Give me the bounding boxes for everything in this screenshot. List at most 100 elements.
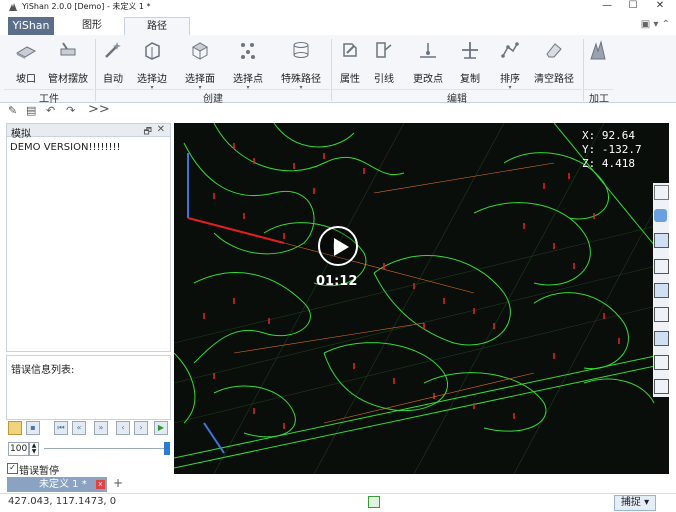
open-folder-icon[interactable] xyxy=(8,421,22,435)
simulation-panel-header: 模拟 🗗 ✕ xyxy=(6,123,171,140)
play-triangle-icon xyxy=(334,238,349,256)
bevel-button[interactable]: 坡口 xyxy=(8,39,44,89)
properties-icon xyxy=(343,43,357,57)
view-left-icon[interactable] xyxy=(654,307,669,322)
lead-line-icon xyxy=(376,42,392,58)
step-backward-icon[interactable]: ‹ xyxy=(116,421,130,435)
auto-button[interactable]: 自动 xyxy=(98,39,128,89)
view-back-icon[interactable] xyxy=(654,331,669,346)
view-front-icon[interactable] xyxy=(654,259,669,274)
select-face-button[interactable]: 选择面 ▾ xyxy=(180,39,220,91)
simulation-output: DEMO VERSION!!!!!!!! xyxy=(6,137,171,352)
coord-z: Z: 4.418 xyxy=(582,157,635,170)
group-label-create: 创建 xyxy=(96,89,330,105)
group-label-process: 加工 xyxy=(584,89,614,105)
magic-wand-icon xyxy=(105,42,121,58)
error-list: 错误信息列表: xyxy=(6,355,171,420)
quick-toolbar: ✎ ▤ ↶ ↷ >> xyxy=(0,102,676,121)
ribbon-panel: 坡口 管材摆放 工件 自动 选择边 ▾ 选择面 ▾ 选择点 ▾ 特殊路径 ▾ 创… xyxy=(0,35,676,105)
close-button[interactable]: ✕ xyxy=(649,0,671,14)
error-list-label: 错误信息列表: xyxy=(11,365,75,376)
view-fit-icon[interactable] xyxy=(654,185,669,200)
checkbox-check-icon[interactable]: ✓ xyxy=(7,463,18,474)
snap-dropdown[interactable]: 捕捉 ▾ xyxy=(614,495,656,511)
maximize-button[interactable]: ☐ xyxy=(622,0,644,14)
lead-line-button[interactable]: 引线 xyxy=(370,39,398,89)
group-label-work: 工件 xyxy=(4,89,94,105)
cursor-coordinates: X: 92.64 Y: -132.7 Z: 4.418 xyxy=(582,129,642,171)
video-play-button[interactable] xyxy=(318,226,358,266)
view-bottom-icon[interactable] xyxy=(654,355,669,370)
save-icon[interactable]: ▪ xyxy=(26,421,40,435)
close-panel-icon[interactable]: ✕ xyxy=(157,124,165,135)
speed-input[interactable]: 100 xyxy=(8,442,29,456)
window-title: YiShan 2.0.0 [Demo] - 未定义 1 * xyxy=(22,2,151,11)
sort-button[interactable]: 排序 ▾ xyxy=(492,39,528,91)
add-tab-button[interactable]: + xyxy=(113,476,123,490)
speed-slider-thumb[interactable] xyxy=(164,442,170,455)
speed-slider[interactable] xyxy=(44,448,166,449)
process-button[interactable] xyxy=(586,39,610,89)
select-face-icon xyxy=(191,42,209,60)
play-icon[interactable]: ▶ xyxy=(154,421,168,435)
document-tab-label: 未定义 1 * xyxy=(39,479,87,490)
eraser-icon xyxy=(546,43,562,58)
select-point-button[interactable]: 选择点 ▾ xyxy=(228,39,268,91)
select-edge-button[interactable]: 选择边 ▾ xyxy=(132,39,172,91)
special-path-icon xyxy=(293,42,309,58)
view-pan-icon[interactable] xyxy=(654,209,667,222)
select-edge-icon xyxy=(145,42,160,60)
coord-y: Y: -132.7 xyxy=(582,143,642,156)
group-label-edit: 编辑 xyxy=(332,89,582,105)
document-tabs: 未定义 1 * x + xyxy=(6,476,171,493)
status-indicator-icon xyxy=(368,496,380,508)
status-coordinates: 427.043, 117.1473, 0 xyxy=(8,496,117,507)
ribbon-options-icon[interactable]: ▣ ▾ ⌃ xyxy=(641,19,670,30)
fast-backward-icon[interactable]: « xyxy=(72,421,86,435)
undo-icon[interactable]: ↶ xyxy=(46,104,55,117)
app-logo-icon xyxy=(9,3,17,11)
view-top-icon[interactable] xyxy=(654,233,669,248)
tab-path[interactable]: 路径 xyxy=(124,17,190,36)
tab-graphics[interactable]: 图形 xyxy=(62,17,122,35)
3d-viewport[interactable]: X: 92.64 Y: -132.7 Z: 4.418 01:12 xyxy=(174,123,669,474)
minimize-button[interactable]: — xyxy=(596,0,618,14)
more-tools-button[interactable]: >> xyxy=(88,102,110,117)
file-menu-tab[interactable]: YiShan xyxy=(8,17,54,35)
view-iso-icon[interactable] xyxy=(654,379,669,394)
view-right-icon[interactable] xyxy=(654,283,669,298)
ribbon-tab-row: YiShan 图形 路径 ▣ ▾ ⌃ xyxy=(0,17,676,36)
image-icon[interactable]: ▤ xyxy=(26,104,36,117)
error-pause-label: 错误暂停 xyxy=(19,466,59,477)
select-point-icon xyxy=(241,43,255,59)
copy-icon xyxy=(462,42,478,59)
close-tab-icon[interactable]: x xyxy=(96,480,105,489)
go-to-start-icon[interactable]: ⏮ xyxy=(54,421,68,435)
sort-icon xyxy=(501,42,519,58)
speed-spinner[interactable]: ▲ ▼ xyxy=(29,442,39,456)
demo-version-text: DEMO VERSION!!!!!!!! xyxy=(10,142,121,153)
special-path-button[interactable]: 特殊路径 ▾ xyxy=(278,39,324,91)
video-timecode: 01:12 xyxy=(316,274,358,289)
title-bar: YiShan 2.0.0 [Demo] - 未定义 1 * — ☐ ✕ xyxy=(0,0,676,14)
simulation-panel: 模拟 🗗 ✕ DEMO VERSION!!!!!!!! 错误信息列表: ▪ ⏮ … xyxy=(6,123,171,493)
process-icon xyxy=(590,40,606,60)
step-forward-icon[interactable]: › xyxy=(134,421,148,435)
copy-button[interactable]: 复制 xyxy=(452,39,488,89)
edit-icon[interactable]: ✎ xyxy=(8,104,17,117)
toolpath-scene xyxy=(174,123,669,474)
status-bar: 427.043, 117.1473, 0 捕捉 ▾ xyxy=(0,493,676,512)
view-orientation-toolbar xyxy=(653,183,669,397)
redo-icon[interactable]: ↷ xyxy=(66,104,75,117)
speed-control: 100 ▲ ▼ xyxy=(6,441,171,457)
clear-path-button[interactable]: 清空路径 xyxy=(530,39,578,89)
document-tab[interactable]: 未定义 1 * x xyxy=(7,477,107,492)
fast-forward-icon[interactable]: » xyxy=(94,421,108,435)
pipe-placement-button[interactable]: 管材摆放 xyxy=(46,39,90,89)
bevel-icon xyxy=(15,46,37,59)
playback-controls: ▪ ⏮ « » ‹ › ▶ xyxy=(6,421,171,437)
coord-x: X: 92.64 xyxy=(582,129,635,142)
change-point-button[interactable]: 更改点 xyxy=(410,39,446,89)
properties-button[interactable]: 属性 xyxy=(336,39,364,89)
pipe-placement-icon xyxy=(60,42,76,56)
